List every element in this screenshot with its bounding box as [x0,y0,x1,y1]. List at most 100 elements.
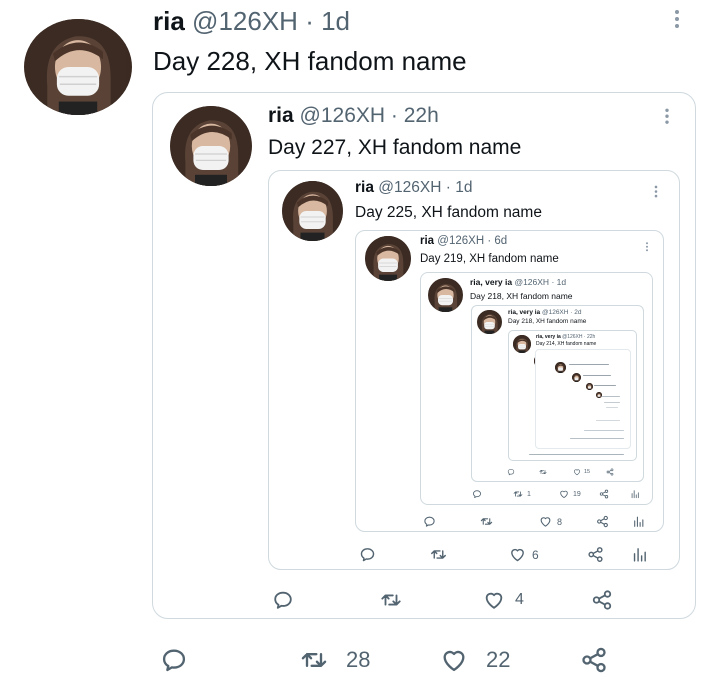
quoted-tweet-card[interactable]: ria, very ia @126XH · 22h Day 214, XH fa… [508,330,637,461]
share-button[interactable] [587,546,604,563]
avatar-image [282,181,343,241]
tiny-text-line [594,385,616,386]
separator-dot: · [305,6,314,36]
like-button[interactable]: 6 [509,546,539,563]
like-count: 4 [515,591,524,608]
reply-icon [359,546,376,563]
share-button[interactable] [591,589,613,611]
retweet-count: 1 [527,490,531,498]
avatar [282,181,343,241]
reply-icon [423,515,436,528]
retweet-icon [300,646,328,674]
like-icon [573,468,581,476]
quoted-tweet-card[interactable]: ria, very ia @126XH · 1d Day 218, XH fan… [420,272,653,505]
share-icon [596,515,609,528]
quoted-tweet-card[interactable]: ria @126XH · 22h Day 227, XH fandom name… [152,92,696,619]
reply-button[interactable] [507,468,515,476]
reply-button[interactable] [359,546,376,563]
avatar-image [477,310,502,334]
like-icon [509,546,526,563]
share-icon [591,589,613,611]
avatar[interactable] [24,19,132,115]
separator-dot: · [390,104,398,127]
handle[interactable]: @126XH [192,6,298,36]
tiny-text-line [584,430,624,431]
reply-button[interactable] [160,646,188,674]
share-icon [606,468,614,476]
tiny-text-line [604,402,620,403]
reply-icon [272,589,294,611]
avatar [586,383,593,390]
timestamp[interactable]: 1d [321,6,350,36]
share-button[interactable] [599,489,609,499]
tweet-header: ria @126XH · 1d [153,6,350,37]
tweet-header: ria, very ia @126XH · 2d [508,309,582,316]
avatar [477,310,502,334]
retweet-count: 28 [346,647,371,672]
like-icon [539,515,552,528]
handle: @126XH [562,334,583,340]
analytics-button[interactable] [630,489,640,499]
like-icon [440,646,468,674]
retweet-button[interactable] [480,515,493,528]
like-button[interactable]: 22 [440,646,510,674]
share-button[interactable] [596,515,609,528]
like-button[interactable]: 19 [559,489,581,499]
retweet-button[interactable] [380,589,402,611]
tweet-text: Day 228, XH fandom name [153,46,467,76]
like-count: 19 [573,490,581,498]
retweet-icon [480,515,493,528]
quoted-tweet-card[interactable]: ria, very ia @126XH · 2d Day 218, XH fan… [471,305,644,482]
analytics-icon [630,489,640,499]
separator-dot: · [487,235,492,247]
retweet-icon [430,546,447,563]
tweet-header: ria, very ia @126XH · 1d [470,277,566,287]
more-icon[interactable] [646,242,648,253]
retweet-button[interactable]: 28 [300,646,370,674]
avatar [170,106,252,186]
reply-icon [507,468,515,476]
more-icon[interactable] [654,185,658,200]
quoted-tweet-card[interactable]: ria @126XH · 1d Day 225, XH fandom name … [268,170,680,570]
quoted-tweet-card[interactable]: ria @126XH · 6d Day 219, XH fandom name … [355,230,664,532]
separator-dot: · [583,334,586,340]
share-button[interactable] [580,646,608,674]
reply-button[interactable] [272,589,294,611]
like-icon [559,489,569,499]
share-icon [599,489,609,499]
avatar [365,236,411,281]
avatar [555,362,566,373]
display-name: ria, very ia [470,277,513,287]
like-button[interactable]: 4 [483,589,524,611]
like-button[interactable]: 15 [573,468,590,476]
tiny-text-line [570,438,624,439]
retweet-button[interactable] [539,468,547,476]
tweet-header: ria @126XH · 6d [420,235,507,247]
timestamp: 1d [455,179,473,196]
like-icon [483,589,505,611]
analytics-button[interactable] [632,515,645,528]
timestamp: 22h [586,334,596,340]
retweet-icon [513,489,523,499]
retweet-button[interactable] [430,546,447,563]
handle: @126XH [514,277,550,287]
more-icon[interactable] [665,108,669,127]
display-name: ria, very ia [536,334,561,340]
timestamp: 1d [556,277,567,287]
reply-button[interactable] [423,515,436,528]
share-button[interactable] [606,468,614,476]
display-name[interactable]: ria [153,6,185,36]
like-button[interactable]: 8 [539,515,562,528]
handle: @126XH [378,179,442,196]
tweet-text: Day 214, XH fandom name [536,341,597,347]
retweet-button[interactable]: 1 [513,489,531,499]
tweet-text: Day 227, XH fandom name [268,136,522,159]
reply-button[interactable] [472,489,482,499]
analytics-button[interactable] [631,546,648,563]
avatar-image [555,362,566,373]
share-icon [580,646,608,674]
tiny-actions-row [529,454,624,455]
more-icon[interactable] [675,10,679,31]
handle: @126XH [541,309,569,316]
handle: @126XH [299,104,386,127]
